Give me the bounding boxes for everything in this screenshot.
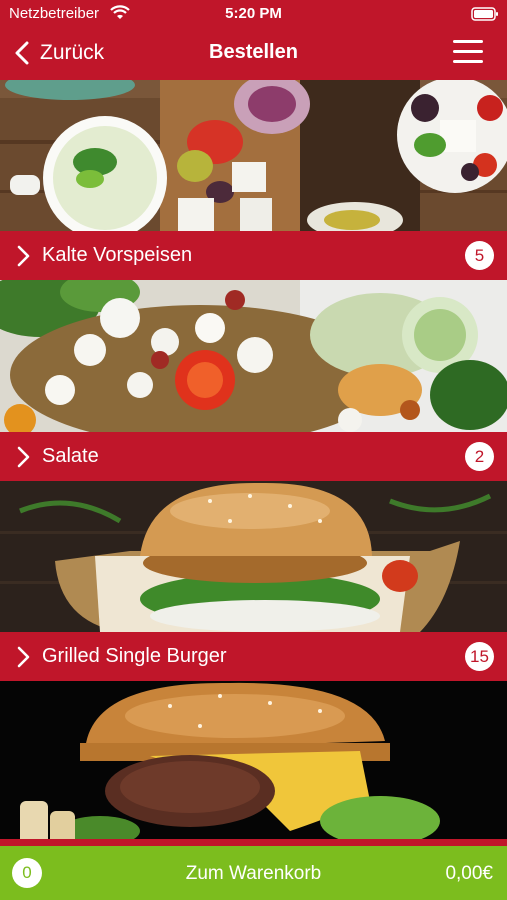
- category-label: Grilled Single Burger: [42, 645, 227, 667]
- category-label: Kalte Vorspeisen: [42, 244, 193, 266]
- battery-icon: [471, 7, 498, 21]
- page-title: Bestellen: [209, 41, 298, 63]
- category-image-cheeseburger: [0, 681, 507, 846]
- chevron-right-icon: [17, 245, 30, 266]
- category-image-salad: [0, 280, 507, 432]
- category-bar[interactable]: Kalte Vorspeisen 5: [0, 231, 507, 280]
- category-count-badge: 2: [465, 442, 494, 471]
- hamburger-icon-line: [453, 60, 483, 63]
- category-image-burger: [0, 481, 507, 632]
- top-bar: Netzbetreiber 5:20 PM Zurück Bestellen: [0, 0, 507, 80]
- chevron-right-icon: [17, 646, 30, 667]
- chevron-right-icon: [17, 446, 30, 467]
- hamburger-icon-line: [453, 40, 483, 43]
- status-bar: Netzbetreiber 5:20 PM: [0, 0, 507, 28]
- category-label: Salate: [42, 445, 99, 467]
- category-bar[interactable]: Grilled Single Burger 15: [0, 632, 507, 681]
- cart-bar[interactable]: 0 Zum Warenkorb 0,00€: [0, 846, 507, 900]
- status-time: 5:20 PM: [225, 5, 282, 22]
- category-count-badge: 15: [465, 642, 494, 671]
- category-image-starters: [0, 80, 507, 231]
- go-to-cart-button[interactable]: Zum Warenkorb: [0, 863, 507, 885]
- cart-total: 0,00€: [445, 863, 493, 884]
- category-count-badge: 5: [465, 241, 494, 270]
- navigation-bar: Zurück Bestellen: [0, 28, 507, 78]
- menu-button[interactable]: [453, 40, 483, 64]
- hamburger-icon-line: [453, 50, 483, 53]
- category-bar[interactable]: Salate 2: [0, 432, 507, 481]
